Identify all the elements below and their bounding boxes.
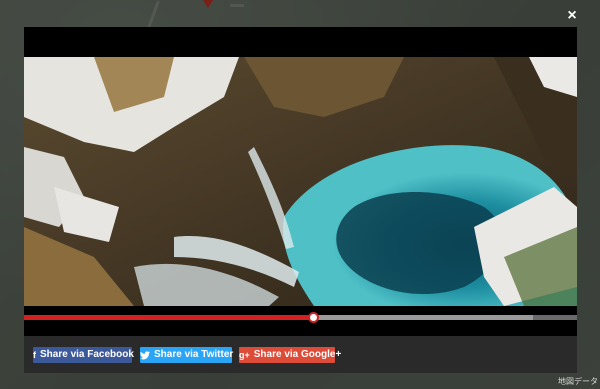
share-facebook-button[interactable]: f Share via Facebook (33, 347, 134, 363)
video-frame[interactable] (24, 57, 577, 306)
video-thumbnail (24, 57, 577, 306)
share-googleplus-label: Share via Google+ (253, 349, 342, 360)
twitter-icon (140, 347, 150, 363)
share-googleplus-button[interactable]: g+ Share via Google+ (239, 347, 341, 363)
share-bar: f Share via Facebook Share via Twitter g… (24, 336, 577, 373)
googleplus-icon: g+ (239, 350, 250, 360)
progress-bar[interactable] (24, 312, 577, 323)
progress-played (24, 315, 314, 320)
share-facebook-label: Share via Facebook (40, 349, 134, 360)
video-modal: f Share via Facebook Share via Twitter g… (24, 27, 577, 373)
progress-handle[interactable] (308, 312, 320, 323)
map-attribution: 地図データ (558, 377, 598, 386)
video-player[interactable] (24, 27, 577, 336)
share-twitter-button[interactable]: Share via Twitter (140, 347, 233, 363)
close-icon[interactable]: × (563, 7, 581, 25)
share-twitter-label: Share via Twitter (154, 349, 234, 360)
